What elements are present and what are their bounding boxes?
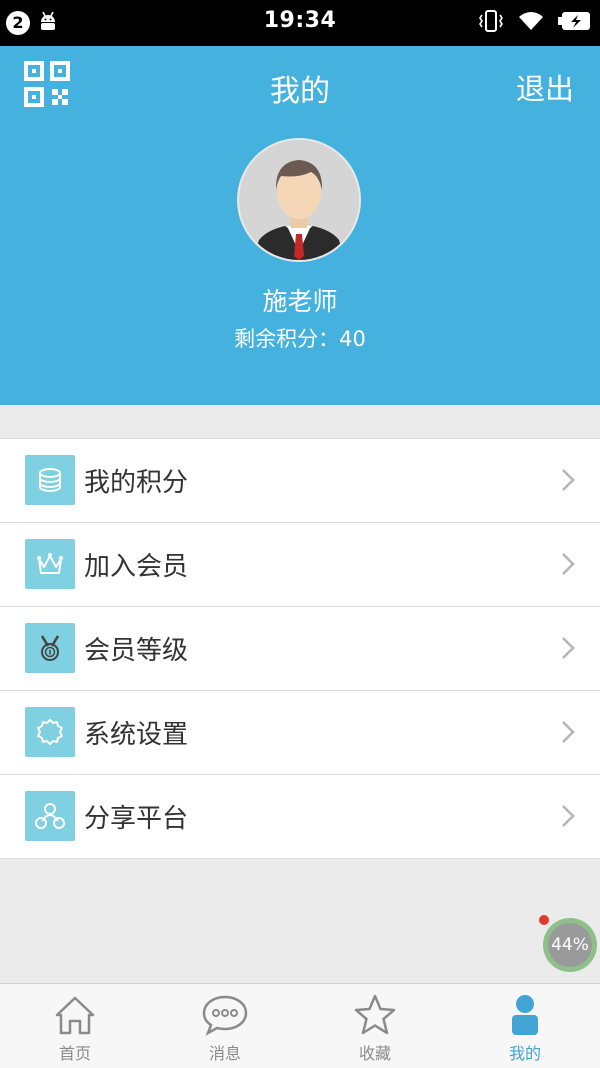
gear-icon	[25, 707, 75, 757]
tab-favorites[interactable]: 收藏	[300, 984, 450, 1068]
bottom-tab-bar: 首页 消息 收藏 我的	[0, 983, 600, 1068]
tab-mine[interactable]: 我的	[450, 984, 600, 1068]
chevron-right-icon	[562, 637, 575, 659]
person-icon	[512, 995, 538, 1035]
menu-item-label: 分享平台	[84, 804, 189, 834]
status-bar: 2 19:34	[0, 0, 600, 46]
home-icon	[55, 996, 95, 1035]
star-icon	[354, 994, 396, 1035]
tab-label: 首页	[58, 1044, 91, 1063]
menu-item-member-level[interactable]: 会员等级	[0, 607, 600, 691]
chevron-right-icon	[562, 805, 575, 827]
tab-label: 我的	[508, 1044, 541, 1063]
remaining-points: 剩余积分：40	[234, 327, 366, 351]
notification-dot	[539, 915, 549, 925]
avatar[interactable]	[237, 138, 361, 262]
menu-item-label: 加入会员	[84, 552, 189, 582]
menu-item-join-membership[interactable]: 加入会员	[0, 523, 600, 607]
tab-label: 消息	[208, 1044, 241, 1063]
floating-widget[interactable]: 44%	[539, 915, 597, 972]
menu-item-system-settings[interactable]: 系统设置	[0, 691, 600, 775]
battery-charging-icon	[558, 12, 590, 30]
crown-icon	[25, 539, 75, 589]
medal-icon	[25, 623, 75, 673]
user-avatar-icon	[239, 140, 359, 260]
tab-home[interactable]: 首页	[0, 984, 150, 1068]
menu-item-my-points[interactable]: 我的积分	[0, 439, 600, 523]
tab-messages[interactable]: 消息	[150, 984, 300, 1068]
page-title: 我的	[270, 74, 330, 109]
vibrate-icon	[479, 10, 503, 32]
profile-header: 我的 退出 施老师 剩余积分：40	[0, 46, 600, 405]
menu-item-share-platform[interactable]: 分享平台	[0, 775, 600, 858]
chevron-right-icon	[562, 469, 575, 491]
coins-stack-icon	[25, 455, 75, 505]
chevron-right-icon	[562, 721, 575, 743]
chevron-right-icon	[562, 553, 575, 575]
menu-item-label: 会员等级	[84, 636, 189, 666]
tab-label: 收藏	[358, 1044, 391, 1063]
wifi-icon	[519, 12, 543, 30]
logout-button[interactable]: 退出	[516, 66, 574, 108]
user-name: 施老师	[262, 287, 338, 316]
settings-menu: 我的积分 加入会员 会员等级 系统设置 分享平台	[0, 438, 600, 859]
floating-widget-percent: 44%	[548, 923, 592, 967]
share-people-icon	[25, 791, 75, 841]
menu-item-label: 系统设置	[84, 720, 189, 750]
menu-item-label: 我的积分	[84, 468, 189, 498]
chat-bubble-icon	[202, 995, 248, 1036]
